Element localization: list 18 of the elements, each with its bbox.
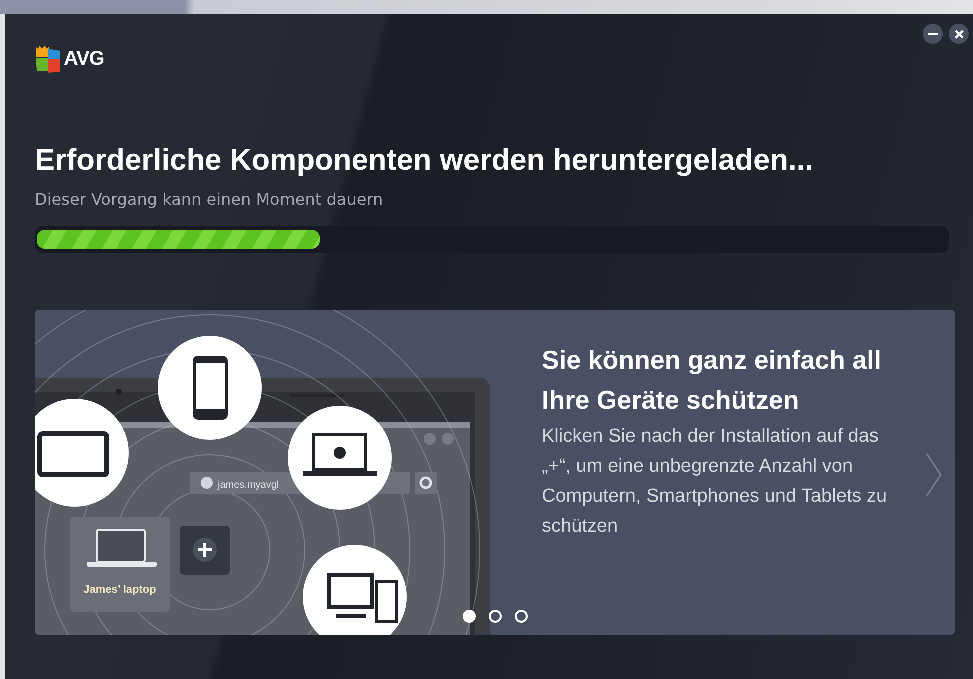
logo-text: AVG: [64, 48, 104, 70]
desktop-computer-icon: [303, 545, 407, 635]
slide-dot[interactable]: [489, 610, 502, 623]
device-label: James’ laptop: [84, 584, 156, 596]
user-icon: [201, 477, 213, 489]
logo-icon: [35, 44, 61, 74]
page-title: Erforderliche Komponenten werden heruntergeladen...: [35, 143, 814, 179]
slide-heading: Sie können ganz einfach all Ihre Geräte schützen: [542, 344, 883, 417]
minimize-button[interactable]: [923, 24, 943, 44]
laptop-icon: [288, 406, 392, 510]
tablet-icon: [35, 399, 129, 507]
account-name: james.myavgl: [218, 480, 280, 491]
smartphone-icon: [158, 336, 262, 440]
slide-dot[interactable]: [515, 610, 528, 623]
laptop-icon: [87, 529, 157, 567]
page-subtitle: Dieser Vorgang kann einen Moment dauern: [35, 190, 384, 209]
slide-body: Klicken Sie nach der Installation auf das „+“, um eine unbegrenzte Anzahl von Computern, Smartphones und Tablets zu schützen: [542, 425, 888, 539]
close-button[interactable]: [949, 24, 969, 44]
